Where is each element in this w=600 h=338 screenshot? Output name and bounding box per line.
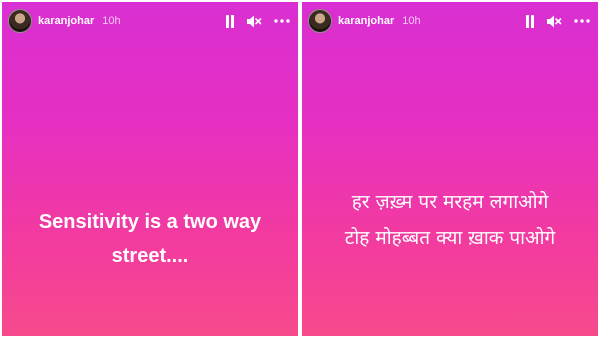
pause-icon[interactable] — [225, 14, 235, 28]
speaker-muted-icon[interactable] — [247, 15, 262, 28]
post-time: 10h — [102, 15, 121, 27]
username[interactable]: karanjohar — [38, 15, 94, 27]
more-horizontal-icon[interactable] — [274, 19, 290, 23]
story-panel-left: karanjohar 10h Sensitivity is a two way … — [2, 2, 298, 336]
story-text-line: Sensitivity is a two way — [38, 211, 262, 233]
story-text-line: हर ज़ख़्म पर मरहम लगाओगे — [351, 191, 549, 213]
profile-avatar[interactable] — [308, 9, 332, 33]
story-controls — [525, 14, 590, 28]
story-header: karanjohar 10h — [8, 8, 290, 34]
post-time: 10h — [402, 15, 421, 27]
speaker-muted-icon[interactable] — [547, 15, 562, 28]
story-panel-right: karanjohar 10h हर ज़ख़्म पर मरहम लगाओगे … — [302, 2, 598, 336]
story-header: karanjohar 10h — [308, 8, 590, 34]
story-controls — [225, 14, 290, 28]
pause-icon[interactable] — [525, 14, 535, 28]
story-text-line: street.... — [111, 245, 189, 267]
profile-avatar[interactable] — [8, 9, 32, 33]
story-text-line: टोह मोहब्बत क्या ख़ाक पाओगे — [344, 227, 556, 249]
more-horizontal-icon[interactable] — [574, 19, 590, 23]
story-text: हर ज़ख़्म पर मरहम लगाओगे टोह मोहब्बत क्य… — [302, 184, 598, 256]
username[interactable]: karanjohar — [338, 15, 394, 27]
story-text: Sensitivity is a two way street.... — [2, 205, 298, 273]
